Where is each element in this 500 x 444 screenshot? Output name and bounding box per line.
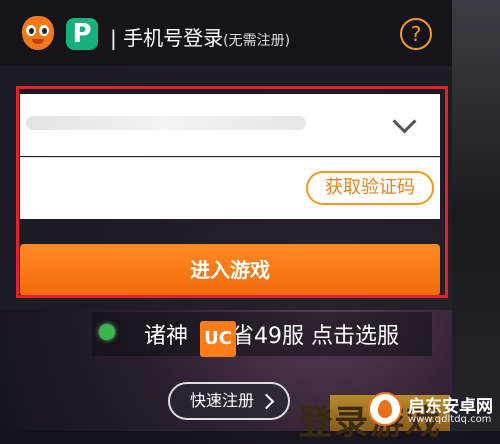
game-mascot-logo-icon — [22, 16, 54, 50]
server-select-text[interactable]: 诸神 省49服 点击选服 — [144, 318, 399, 350]
title-separator: | — [110, 26, 117, 50]
quick-register-label: 快速注册 — [190, 391, 255, 410]
title-subtitle: (无需注册) — [223, 33, 291, 49]
platform-logo-icon: P — [66, 18, 98, 50]
title-text: 手机号登录 — [123, 26, 224, 50]
background-right-panel — [452, 0, 500, 431]
site-watermark: 启东安卓网 www.qdltdq.com — [368, 392, 496, 430]
chevron-right-icon — [258, 393, 275, 410]
page-title: | 手机号登录(无需注册) — [110, 22, 290, 51]
watermark-url: www.qdltdq.com — [408, 414, 492, 425]
quick-register-button[interactable]: 快速注册 — [168, 382, 290, 420]
uc-badge-icon: UC — [200, 321, 236, 357]
watermark-logo-icon — [368, 392, 402, 426]
login-header: P | 手机号登录(无需注册) ? — [0, 0, 452, 66]
help-icon[interactable]: ? — [400, 18, 432, 50]
server-status-icon — [99, 324, 115, 340]
highlight-frame — [16, 86, 448, 298]
